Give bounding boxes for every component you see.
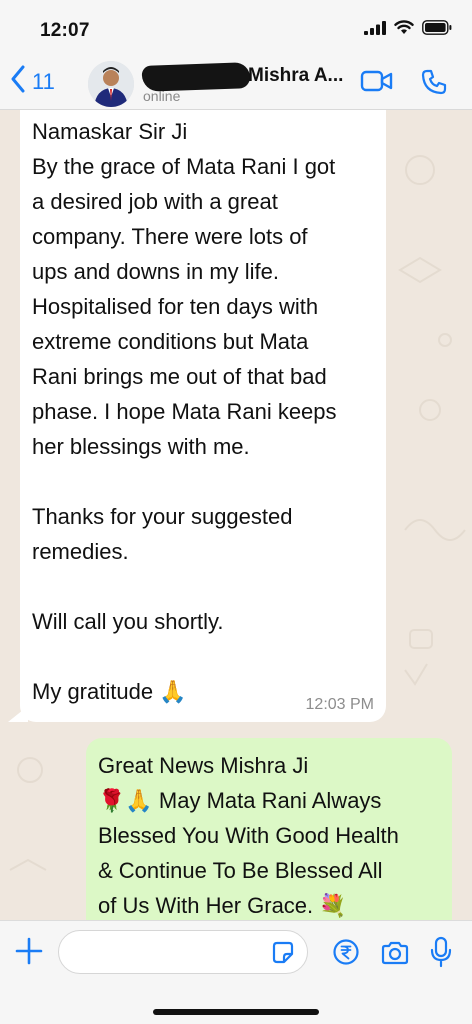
folded-hands-emoji: 🙏 — [159, 679, 187, 704]
outgoing-line-text: of Us With Her Grace. — [98, 893, 314, 918]
rose-folded-hands-emoji: 🌹🙏 — [98, 788, 153, 813]
status-icons — [364, 20, 452, 40]
plus-icon[interactable] — [14, 933, 44, 974]
outgoing-line: & Continue To Be Blessed All — [98, 858, 383, 883]
chat-area[interactable]: Namaskar Sir Ji By the grace of Mata Ran… — [0, 110, 472, 920]
chat-header: 11 Mishra A... online — [0, 56, 472, 110]
bouquet-emoji: 💐 — [319, 893, 347, 918]
outgoing-line-text: May Mata Rani Always — [152, 788, 382, 813]
incoming-message-text: Namaskar Sir Ji By the grace of Mata Ran… — [32, 114, 374, 709]
avatar[interactable] — [88, 61, 134, 107]
outgoing-message-text: Great News Mishra Ji 🌹🙏 May Mata Rani Al… — [98, 748, 440, 920]
phone-call-icon[interactable] — [420, 68, 448, 101]
input-bar — [0, 920, 472, 1024]
video-call-icon[interactable] — [360, 69, 394, 98]
home-indicator — [153, 1009, 319, 1015]
signal-icon — [364, 20, 386, 40]
camera-icon[interactable] — [380, 940, 410, 971]
rupee-icon[interactable] — [332, 938, 360, 971]
wifi-icon — [394, 20, 414, 40]
status-time: 12:07 — [40, 20, 90, 41]
back-button[interactable]: 11 — [10, 65, 55, 99]
outgoing-line: 🌹🙏 May Mata Rani Always — [98, 783, 440, 818]
microphone-icon[interactable] — [430, 936, 452, 973]
message-timestamp: 12:03 PM — [305, 696, 374, 713]
contact-name[interactable]: Mishra A... — [248, 65, 343, 87]
back-chevron-icon — [10, 65, 26, 99]
outgoing-line: Blessed You With Good Health — [98, 823, 399, 848]
outgoing-message[interactable]: Great News Mishra Ji 🌹🙏 May Mata Rani Al… — [86, 738, 452, 920]
incoming-message-body: Namaskar Sir Ji By the grace of Mata Ran… — [32, 119, 337, 704]
contact-status: online — [143, 88, 181, 104]
unread-count: 11 — [32, 69, 55, 94]
status-bar: 12:07 — [0, 0, 472, 56]
outgoing-line: of Us With Her Grace. 💐 — [98, 888, 440, 920]
incoming-message[interactable]: Namaskar Sir Ji By the grace of Mata Ran… — [20, 110, 386, 722]
battery-icon — [422, 20, 452, 40]
outgoing-line: Great News Mishra Ji — [98, 753, 309, 778]
sticker-icon[interactable] — [270, 940, 296, 971]
